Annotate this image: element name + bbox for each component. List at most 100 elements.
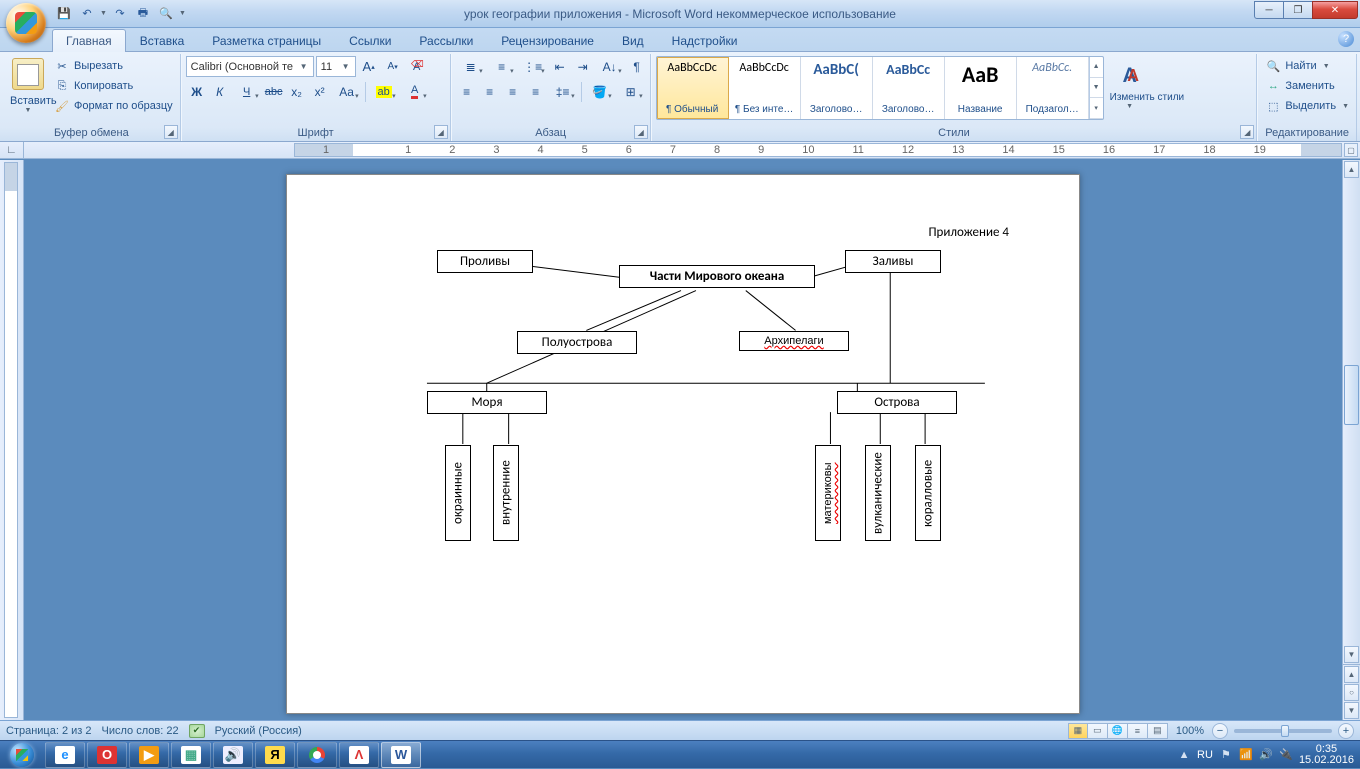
zoom-level[interactable]: 100%: [1176, 725, 1204, 737]
scrollbar-track[interactable]: [1344, 179, 1359, 645]
multilevel-button[interactable]: ⋮≡: [518, 56, 548, 77]
scroll-down-button[interactable]: ▼: [1344, 646, 1359, 663]
zoom-in-button[interactable]: +: [1338, 723, 1354, 739]
font-family-combo[interactable]: Calibri (Основной те▼: [186, 56, 314, 77]
paste-button[interactable]: Вставить ▼: [7, 56, 49, 120]
close-button[interactable]: ✕: [1312, 1, 1358, 19]
tray-volume-icon[interactable]: 🔊: [1259, 748, 1273, 762]
help-button[interactable]: ?: [1338, 31, 1354, 47]
borders-button[interactable]: ⊞: [616, 81, 646, 102]
horizontal-ruler[interactable]: 112345678910111213141516171819: [294, 143, 1342, 157]
tab-mailings[interactable]: Рассылки: [405, 29, 487, 52]
find-button[interactable]: 🔍Найти▼: [1262, 56, 1332, 76]
spellcheck-status[interactable]: ✔: [189, 724, 205, 738]
tab-selector[interactable]: ∟: [0, 142, 24, 158]
superscript-button[interactable]: x²: [309, 81, 331, 102]
status-language[interactable]: Русский (Россия): [215, 725, 302, 737]
taskbar-item-5[interactable]: Я: [255, 742, 295, 768]
italic-button[interactable]: К: [209, 81, 231, 102]
tab-addins[interactable]: Надстройки: [658, 29, 752, 52]
view-full-screen[interactable]: ▭: [1088, 723, 1108, 739]
qat-redo[interactable]: ↷: [110, 4, 130, 24]
view-outline[interactable]: ≡: [1128, 723, 1148, 739]
start-button[interactable]: [0, 741, 44, 769]
style-gallery[interactable]: AaBbCcDc¶ Обычный AaBbCcDc¶ Без инте… Aa…: [656, 56, 1104, 120]
show-marks-button[interactable]: ¶: [626, 56, 648, 77]
tab-review[interactable]: Рецензирование: [487, 29, 608, 52]
shrink-font-button[interactable]: A▾: [382, 56, 404, 77]
zoom-slider[interactable]: [1234, 729, 1332, 733]
style-item-title[interactable]: AaBНазвание: [945, 57, 1017, 119]
shading-button[interactable]: 🪣: [585, 81, 615, 102]
replace-button[interactable]: ↔Заменить: [1262, 76, 1337, 96]
font-dialog-launcher[interactable]: ◢: [434, 125, 448, 139]
tab-home[interactable]: Главная: [52, 29, 126, 52]
minimize-button[interactable]: ─: [1254, 1, 1284, 19]
tab-view[interactable]: Вид: [608, 29, 658, 52]
taskbar-item-6[interactable]: [297, 742, 337, 768]
taskbar-item-7[interactable]: Λ: [339, 742, 379, 768]
sort-button[interactable]: A↓: [595, 56, 625, 77]
tab-insert[interactable]: Вставка: [126, 29, 199, 52]
tray-show-hidden[interactable]: ▲: [1177, 748, 1191, 762]
tray-clock[interactable]: 0:35 15.02.2016: [1299, 744, 1354, 766]
browse-object-button[interactable]: ○: [1344, 684, 1359, 701]
bullets-button[interactable]: ≣: [456, 56, 486, 77]
zoom-thumb[interactable]: [1281, 725, 1289, 737]
line-spacing-button[interactable]: ‡≡: [548, 81, 578, 102]
view-print-layout[interactable]: ▦: [1068, 723, 1088, 739]
subscript-button[interactable]: x₂: [286, 81, 308, 102]
font-size-combo[interactable]: 11▼: [316, 56, 356, 77]
taskbar-item-4[interactable]: 🔊: [213, 742, 253, 768]
change-styles-button[interactable]: AA Изменить стили ▼: [1107, 56, 1153, 120]
scroll-up-button[interactable]: ▲: [1344, 161, 1359, 178]
tray-language[interactable]: RU: [1197, 749, 1213, 761]
taskbar-item-8[interactable]: W: [381, 742, 421, 768]
justify-button[interactable]: ≡: [525, 81, 547, 102]
style-item-nospacing[interactable]: AaBbCcDc¶ Без инте…: [729, 57, 801, 119]
taskbar-item-2[interactable]: ▶: [129, 742, 169, 768]
tray-action-center-icon[interactable]: ⚑: [1219, 748, 1233, 762]
bold-button[interactable]: Ж: [186, 81, 208, 102]
outdent-button[interactable]: ⇤: [549, 56, 571, 77]
zoom-out-button[interactable]: −: [1212, 723, 1228, 739]
scrollbar-thumb[interactable]: [1344, 365, 1359, 425]
indent-button[interactable]: ⇥: [572, 56, 594, 77]
vertical-ruler[interactable]: [0, 160, 24, 720]
align-center-button[interactable]: ≡: [479, 81, 501, 102]
style-item-heading1[interactable]: AaBbC(Заголово…: [801, 57, 873, 119]
view-draft[interactable]: ▤: [1148, 723, 1168, 739]
taskbar-item-0[interactable]: e: [45, 742, 85, 768]
style-item-subtitle[interactable]: AaBbCc.Подзагол…: [1017, 57, 1089, 119]
change-case-button[interactable]: Aa: [332, 81, 362, 102]
font-color-button[interactable]: A: [400, 81, 430, 102]
next-page-button[interactable]: ▼: [1344, 702, 1359, 719]
style-item-normal[interactable]: AaBbCcDc¶ Обычный: [657, 57, 729, 119]
strike-button[interactable]: abc: [263, 81, 285, 102]
clipboard-dialog-launcher[interactable]: ◢: [164, 125, 178, 139]
tray-network-icon[interactable]: 📶: [1239, 748, 1253, 762]
highlight-button[interactable]: ab: [369, 81, 399, 102]
grow-font-button[interactable]: A▴: [358, 56, 380, 77]
view-web[interactable]: 🌐: [1108, 723, 1128, 739]
tab-layout[interactable]: Разметка страницы: [198, 29, 335, 52]
style-item-heading2[interactable]: AaBbCcЗаголово…: [873, 57, 945, 119]
paragraph-dialog-launcher[interactable]: ◢: [634, 125, 648, 139]
align-right-button[interactable]: ≡: [502, 81, 524, 102]
clear-formatting-button[interactable]: A⌫: [406, 56, 428, 77]
select-button[interactable]: ⬚Выделить▼: [1262, 96, 1352, 116]
underline-button[interactable]: Ч: [232, 81, 262, 102]
format-painter-button[interactable]: 🖌Формат по образцу: [51, 96, 176, 116]
office-button[interactable]: [6, 3, 46, 43]
restore-button[interactable]: ❐: [1283, 1, 1313, 19]
prev-page-button[interactable]: ▲: [1344, 666, 1359, 683]
taskbar-item-3[interactable]: ▦: [171, 742, 211, 768]
document-scroll-area[interactable]: Приложение 4 Проливы Заливы Части Мирово: [24, 160, 1342, 720]
status-page[interactable]: Страница: 2 из 2: [6, 725, 92, 737]
qat-undo[interactable]: ↶: [77, 4, 97, 24]
tab-references[interactable]: Ссылки: [335, 29, 405, 52]
taskbar-item-1[interactable]: O: [87, 742, 127, 768]
status-words[interactable]: Число слов: 22: [102, 725, 179, 737]
copy-button[interactable]: ⎘Копировать: [51, 76, 176, 96]
tray-power-icon[interactable]: 🔌: [1279, 748, 1293, 762]
